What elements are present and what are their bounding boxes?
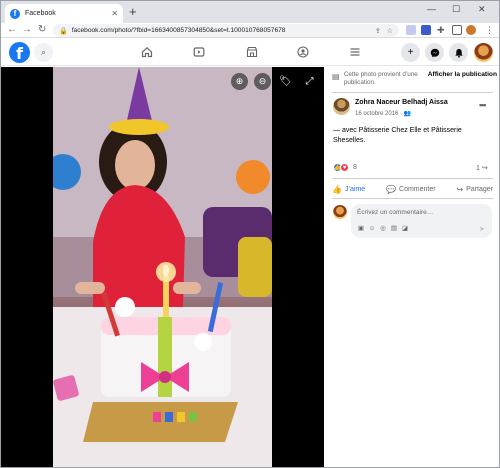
lock-icon[interactable]: 🔒 <box>59 27 68 35</box>
fullscreen-icon[interactable]: ⤢ <box>301 73 318 90</box>
zoom-out-icon[interactable]: ⊖ <box>254 73 271 90</box>
extensions-puzzle-icon[interactable]: ✚ <box>437 24 445 36</box>
comment-bubble-icon: 💬 <box>386 184 397 194</box>
tab-title: Facebook <box>25 10 56 17</box>
notifications-bell-icon[interactable] <box>449 43 468 62</box>
audience-friends-icon: 👥 <box>403 111 412 117</box>
commenter-avatar[interactable] <box>333 205 347 219</box>
tab-strip: f Facebook ✕ + — ☐ ✕ <box>1 1 499 23</box>
minimize-icon[interactable]: — <box>427 4 436 14</box>
home-icon[interactable] <box>140 45 154 59</box>
zoom-in-icon[interactable]: ⊕ <box>231 73 248 90</box>
side-panel-icon[interactable] <box>452 25 462 35</box>
reaction-count[interactable]: 8 <box>353 164 357 171</box>
gif-icon[interactable]: ▤ <box>390 225 398 233</box>
omnibox[interactable]: 🔒 facebook.com/photo/?fbid=1663400857304… <box>53 24 399 37</box>
share-arrow-icon: ↪ <box>481 165 488 172</box>
view-post-link[interactable]: Afficher la publication <box>428 71 497 79</box>
birthday-photo <box>53 67 272 467</box>
like-label: J’aime <box>344 185 366 193</box>
menu-hamburger-icon[interactable] <box>348 45 362 59</box>
watch-icon[interactable] <box>192 45 206 59</box>
post-caption: — avec Pâtisserie Chez Elle et Pâtisseri… <box>333 126 493 146</box>
facebook-favicon-icon: f <box>10 8 20 19</box>
post-details-panel: ▤ Cette photo provient d’une publication… <box>324 67 499 467</box>
tag-photo-icon[interactable]: 🏷 <box>277 73 294 90</box>
caption-and: et <box>421 127 432 134</box>
comment-button[interactable]: 💬 Commenter <box>386 182 436 196</box>
caption-prefix: — avec <box>333 127 359 134</box>
comment-input[interactable]: Écrivez un commentaire… ▣ ☺ ◎ ▤ ◪ ➤ <box>351 204 492 238</box>
tagged-page-link-1[interactable]: Pâtisserie Chez Elle <box>359 127 422 134</box>
extension-grid-icon[interactable] <box>406 25 416 35</box>
avatar-sticker-icon[interactable]: ▣ <box>357 225 365 233</box>
share-label: Partager <box>466 185 493 193</box>
maximize-icon[interactable]: ☐ <box>452 4 460 15</box>
share-arrow-icon: ↪ <box>456 184 464 194</box>
comment-label: Commenter <box>399 185 436 193</box>
like-button[interactable]: 👍 J’aime <box>332 182 365 196</box>
share-count-value[interactable]: 1 <box>476 165 480 172</box>
divider <box>332 178 493 179</box>
post-date[interactable]: 16 octobre 2016 · 👥 <box>355 110 411 117</box>
share-page-icon[interactable]: ⇪ <box>375 27 381 35</box>
address-bar-row: ← → ↻ 🔒 facebook.com/photo/?fbid=1663400… <box>1 23 499 38</box>
share-button[interactable]: ↪ Partager <box>456 182 493 196</box>
sticker-icon[interactable]: ◪ <box>401 225 409 233</box>
post-actions: 👍 J’aime 💬 Commenter ↪ Partager <box>332 182 493 196</box>
window-close-icon[interactable]: ✕ <box>478 4 486 15</box>
send-icon[interactable]: ➤ <box>479 225 485 233</box>
reactions-summary[interactable]: 👍 ♥ 8 <box>333 163 357 172</box>
facebook-logo-icon[interactable]: f <box>9 42 30 63</box>
profile-avatar-icon[interactable] <box>466 25 476 35</box>
bookmark-star-icon[interactable]: ☆ <box>387 27 393 35</box>
browser-window: f Facebook ✕ + — ☐ ✕ ← → ↻ 🔒 facebook.co… <box>0 0 500 468</box>
forward-arrow-icon[interactable]: → <box>22 24 32 36</box>
account-avatar[interactable] <box>474 43 493 62</box>
caption-suffix: . <box>363 137 366 144</box>
photo-viewer: ⊕ ⊖ 🏷 ⤢ <box>1 67 324 467</box>
post-source-icon: ▤ <box>332 72 340 81</box>
author-name[interactable]: Zohra Naceur Belhadj Aissa <box>355 99 448 106</box>
source-notice: ▤ Cette photo provient d’une publication… <box>332 71 497 87</box>
divider <box>332 92 493 93</box>
browser-menu-icon[interactable]: ⋮ <box>485 24 494 36</box>
messenger-icon[interactable] <box>425 43 444 62</box>
marketplace-icon[interactable] <box>245 45 259 59</box>
thumbs-up-icon: 👍 <box>332 184 342 194</box>
divider <box>332 198 493 199</box>
post-date-text[interactable]: 16 octobre 2016 · <box>355 111 402 117</box>
reload-icon[interactable]: ↻ <box>38 24 46 36</box>
groups-icon[interactable] <box>296 45 310 59</box>
birthday-photo-illustration <box>53 67 272 467</box>
extension-blue-icon[interactable] <box>421 25 431 35</box>
camera-icon[interactable]: ◎ <box>379 225 387 233</box>
new-tab-button[interactable]: + <box>129 5 137 19</box>
comment-placeholder[interactable]: Écrivez un commentaire… <box>357 209 433 216</box>
search-icon[interactable]: ⌕ <box>34 43 53 62</box>
share-count[interactable]: 1 ↪ <box>476 164 488 172</box>
emoji-icon[interactable]: ☺ <box>368 225 376 233</box>
facebook-header: f ⌕ + <box>1 39 499 66</box>
author-avatar[interactable] <box>333 98 350 115</box>
love-reaction-icon: ♥ <box>340 163 349 172</box>
more-options-icon[interactable]: ••• <box>479 100 487 110</box>
source-notice-text: Cette photo provient d’une publication. <box>343 71 418 86</box>
back-arrow-icon[interactable]: ← <box>7 24 17 36</box>
create-plus-icon[interactable]: + <box>401 43 420 62</box>
url-text[interactable]: facebook.com/photo/?fbid=166340085730485… <box>72 27 369 34</box>
tab-close-icon[interactable]: ✕ <box>111 9 118 18</box>
browser-tab[interactable]: f Facebook ✕ <box>5 4 123 23</box>
